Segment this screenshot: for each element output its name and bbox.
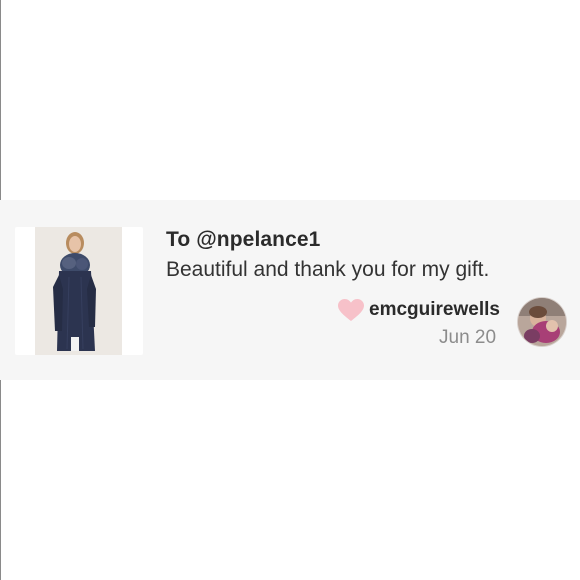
review-message: Beautiful and thank you for my gift. <box>166 258 490 281</box>
avatar-photo <box>518 298 566 346</box>
review-card: To @npelance1 Beautiful and thank you fo… <box>0 200 580 380</box>
review-screenshot: To @npelance1 Beautiful and thank you fo… <box>0 0 580 580</box>
reviewer-username[interactable]: emcguirewells <box>369 299 500 321</box>
review-date: Jun 20 <box>439 327 497 348</box>
listing-photo <box>35 227 122 355</box>
reviewer-avatar[interactable] <box>518 298 566 346</box>
listing-thumbnail[interactable] <box>15 227 143 355</box>
review-recipient[interactable]: To @npelance1 <box>166 228 320 252</box>
heart-icon <box>338 299 364 321</box>
coat-model-image <box>35 227 122 355</box>
